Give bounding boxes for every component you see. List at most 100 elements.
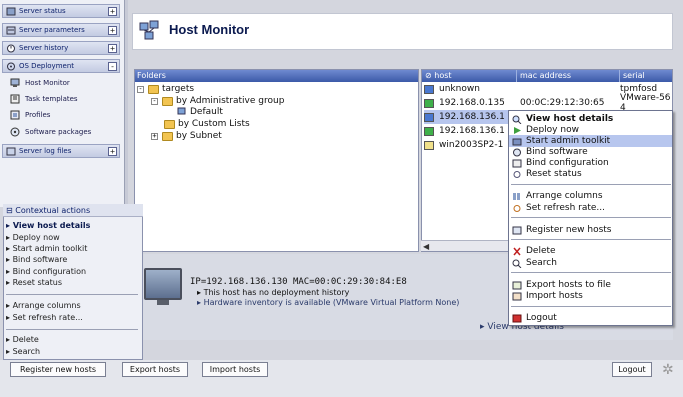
folder-icon (164, 119, 175, 129)
nav-server-log-files[interactable]: Server log files + (2, 144, 120, 158)
horizontal-scrollbar[interactable]: ◀ (421, 240, 508, 251)
nav-label: Server history (19, 44, 69, 52)
tree-node-targets[interactable]: - targets (137, 83, 194, 95)
status-column-icon: ⊘ (425, 71, 435, 80)
action-view-host-details[interactable]: ▸ View host details (6, 221, 90, 232)
configuration-icon (512, 159, 522, 168)
action-deploy-now[interactable]: ▸ Deploy now (6, 233, 60, 244)
hardware-inventory-link[interactable]: ▸ Hardware inventory is available (VMwar… (197, 298, 459, 307)
monitor-stand (157, 300, 169, 305)
context-menu: View host details Deploy now Start admin… (508, 110, 673, 326)
expand-toggle[interactable]: + (108, 147, 117, 156)
menu-item-delete[interactable]: Delete (509, 245, 672, 257)
column-header-mac-address[interactable]: mac address (517, 70, 620, 82)
column-header-serial[interactable]: serial (620, 70, 672, 82)
register-new-hosts-button[interactable]: Register new hosts (10, 362, 106, 377)
nav-server-history[interactable]: Server history + (2, 41, 120, 55)
folder-icon (148, 84, 159, 94)
tree-collapse-toggle[interactable]: - (137, 85, 144, 93)
action-delete[interactable]: ▸ Delete (6, 335, 39, 346)
vertical-splitter[interactable] (124, 0, 128, 207)
menu-separator (511, 217, 671, 218)
server-parameters-icon (6, 26, 16, 35)
nav-item-task-templates[interactable]: Task templates (10, 93, 78, 105)
nav-label: Server log files (19, 147, 72, 155)
expand-toggle[interactable]: + (108, 44, 117, 53)
nav-item-software-packages[interactable]: Software packages (10, 126, 91, 138)
os-deployment-icon (6, 62, 16, 71)
tree-node-by-subnet[interactable]: + by Subnet (151, 130, 222, 142)
table-row[interactable]: 192.168.0.135 00:0C:29:12:30:65 VMware-5… (424, 93, 672, 113)
settings-gear-icon[interactable]: ✲ (662, 362, 674, 378)
action-bind-software[interactable]: ▸ Bind software (6, 255, 67, 266)
action-bind-configuration[interactable]: ▸ Bind configuration (6, 267, 86, 278)
import-hosts-button[interactable]: Import hosts (202, 362, 268, 377)
folders-panel: Folders - targets - by Administrative gr… (134, 69, 419, 252)
host-monitor-icon (10, 78, 21, 88)
host-status-icon (424, 140, 434, 150)
menu-separator (511, 306, 671, 307)
column-header-host[interactable]: ⊘ host (422, 70, 517, 82)
action-start-admin-toolkit[interactable]: ▸ Start admin toolkit (6, 244, 87, 255)
collapse-toggle[interactable]: - (108, 62, 117, 71)
nav-os-deployment[interactable]: OS Deployment - (2, 59, 120, 73)
menu-item-set-refresh-rate[interactable]: Set refresh rate... (509, 202, 672, 214)
magnifier-icon (512, 115, 522, 124)
folders-heading: Folders (135, 70, 418, 82)
nav-item-host-monitor[interactable]: Host Monitor (10, 77, 70, 89)
menu-item-reset-status[interactable]: Reset status (509, 168, 672, 180)
server-log-files-icon (6, 147, 16, 156)
logout-button[interactable]: Logout (612, 362, 652, 377)
menu-item-search[interactable]: Search (509, 257, 672, 269)
action-search[interactable]: ▸ Search (6, 347, 40, 358)
menu-item-arrange-columns[interactable]: Arrange columns (509, 190, 672, 202)
menu-item-register-new-hosts[interactable]: Register new hosts (509, 224, 672, 236)
collapse-icon[interactable]: ⊟ (6, 206, 15, 215)
expand-toggle[interactable]: + (108, 26, 117, 35)
menu-separator (511, 184, 671, 185)
nav-label: Server parameters (19, 26, 85, 34)
export-icon (512, 281, 522, 290)
logout-icon (512, 314, 522, 323)
software-packages-icon (10, 127, 21, 137)
tree-node-by-custom-lists[interactable]: by Custom Lists (164, 118, 250, 130)
tree-node-default[interactable]: Default (177, 106, 223, 118)
menu-separator (511, 272, 671, 273)
import-icon (512, 292, 522, 301)
menu-item-logout[interactable]: Logout (509, 312, 672, 324)
nav-label: Server status (19, 7, 66, 15)
folder-open-icon (162, 96, 173, 106)
menu-separator (511, 239, 671, 240)
contextual-actions-header[interactable]: ⊟ Contextual actions (3, 204, 143, 217)
host-monitor-logo-icon (138, 19, 160, 46)
menu-item-import-hosts[interactable]: Import hosts (509, 290, 672, 302)
actions-separator (6, 294, 138, 295)
action-reset-status[interactable]: ▸ Reset status (6, 278, 62, 289)
server-status-icon (6, 7, 16, 16)
scroll-left-icon[interactable]: ◀ (423, 242, 429, 251)
search-icon (512, 259, 522, 268)
page-title: Host Monitor (169, 22, 250, 37)
toolkit-icon (512, 137, 522, 146)
nav-server-parameters[interactable]: Server parameters + (2, 23, 120, 37)
refresh-icon (512, 204, 522, 213)
action-arrange-columns[interactable]: ▸ Arrange columns (6, 301, 81, 312)
action-set-refresh-rate[interactable]: ▸ Set refresh rate... (6, 313, 83, 324)
nav-label: OS Deployment (19, 62, 74, 70)
expand-toggle[interactable]: + (108, 7, 117, 16)
tree-expand-toggle[interactable]: + (151, 132, 158, 140)
tree-collapse-toggle[interactable]: - (151, 97, 158, 105)
host-status-icon (424, 126, 434, 136)
host-status-icon (424, 84, 434, 94)
server-history-icon (6, 44, 16, 53)
host-ip-mac: IP=192.168.136.130 MAC=00:0C:29:30:84:E8 (190, 277, 407, 287)
host-status-icon (424, 98, 434, 108)
nav-item-profiles[interactable]: Profiles (10, 109, 50, 121)
actions-separator (6, 329, 138, 330)
export-hosts-button[interactable]: Export hosts (122, 362, 188, 377)
group-icon (177, 106, 187, 119)
left-navigation: Server status + Server parameters + Serv… (0, 0, 128, 207)
reset-icon (512, 170, 522, 179)
folder-icon (162, 131, 173, 141)
nav-server-status[interactable]: Server status + (2, 4, 120, 18)
